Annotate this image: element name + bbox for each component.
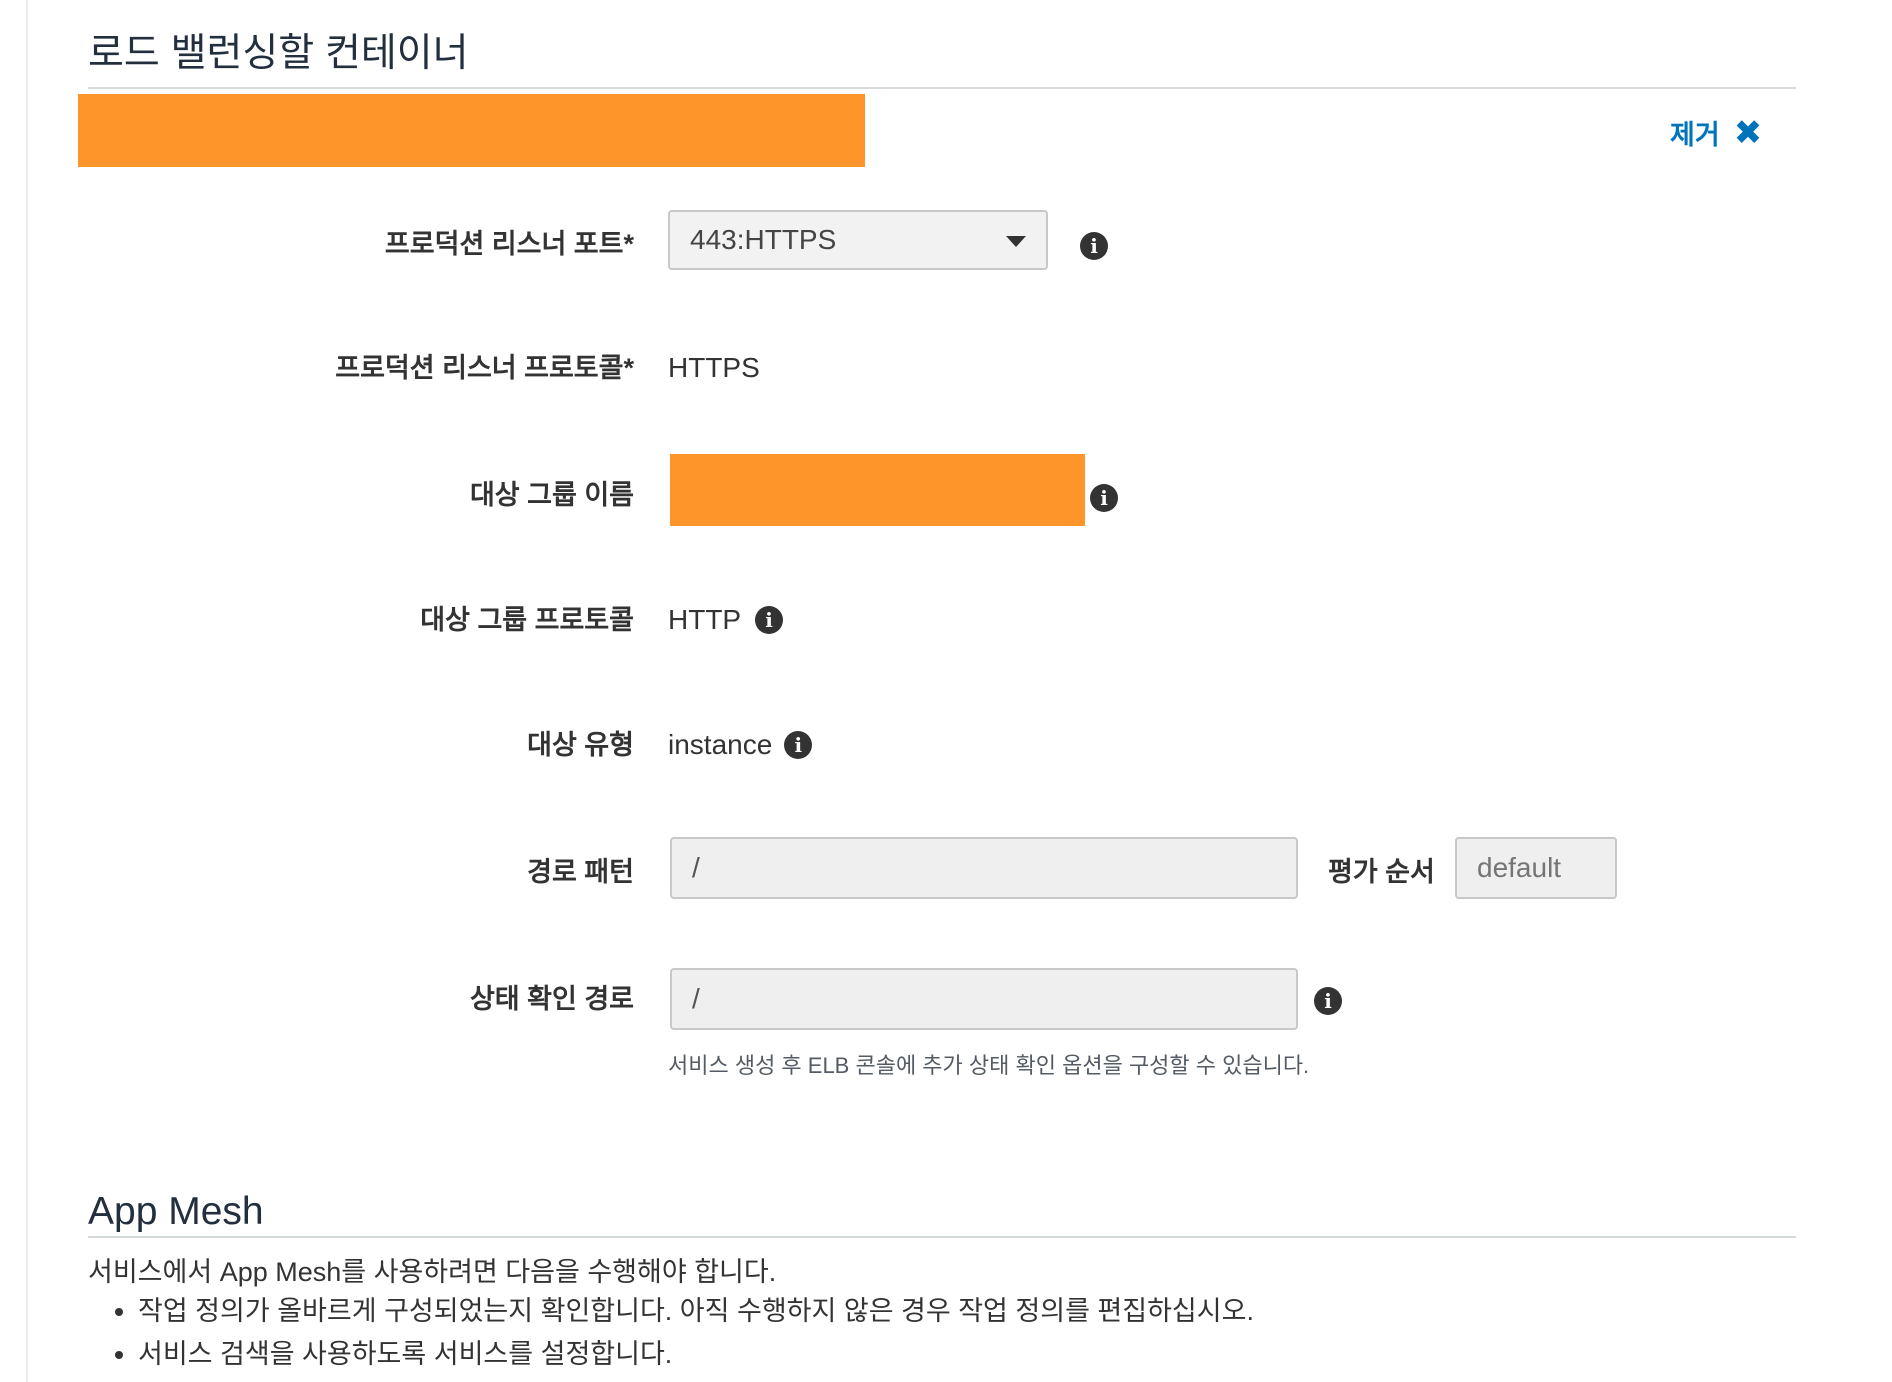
evaluation-order-label: 평가 순서: [1328, 857, 1435, 887]
listener-protocol-label: 프로덕션 리스너 프로토콜*: [335, 353, 634, 383]
redacted-target-group-name: [670, 454, 1085, 526]
app-mesh-description: 서비스에서 App Mesh를 사용하려면 다음을 수행해야 합니다.: [88, 1257, 777, 1287]
target-group-name-label: 대상 그룹 이름: [469, 480, 634, 510]
app-mesh-divider: [88, 1236, 1796, 1238]
info-icon[interactable]: i: [1080, 232, 1108, 260]
info-icon[interactable]: i: [1314, 987, 1342, 1015]
target-type-value: instance: [668, 729, 773, 760]
chevron-down-icon: [1006, 236, 1026, 247]
lb-section-divider: [88, 87, 1796, 89]
info-icon[interactable]: i: [1090, 484, 1118, 512]
list-item: 서비스 검색을 사용하도록 서비스를 설정합니다.: [138, 1333, 1254, 1376]
listener-port-value: 443:HTTPS: [690, 224, 837, 255]
evaluation-order-input[interactable]: [1455, 837, 1617, 899]
remove-label: 제거: [1670, 120, 1720, 150]
health-check-help-text: 서비스 생성 후 ELB 콘솔에 추가 상태 확인 옵션을 구성할 수 있습니다…: [668, 1053, 1310, 1078]
close-icon[interactable]: ✖: [1734, 116, 1763, 150]
health-check-path-label: 상태 확인 경로: [469, 984, 634, 1014]
listener-port-label: 프로덕션 리스너 포트*: [384, 229, 634, 259]
target-type-label: 대상 유형: [527, 730, 634, 760]
redacted-container-name: [78, 94, 865, 167]
target-type-row: instance i: [668, 728, 813, 762]
app-mesh-requirements-list: 작업 정의가 올바르게 구성되었는지 확인합니다. 아직 수행하지 않은 경우 …: [88, 1290, 1254, 1376]
list-item: 작업 정의가 올바르게 구성되었는지 확인합니다. 아직 수행하지 않은 경우 …: [138, 1290, 1254, 1333]
remove-button[interactable]: 제거 ✖: [1670, 113, 1762, 152]
listener-port-select[interactable]: 443:HTTPS: [668, 210, 1048, 270]
target-group-protocol-row: HTTP i: [668, 603, 784, 637]
path-pattern-label: 경로 패턴: [527, 857, 634, 887]
info-icon[interactable]: i: [784, 731, 813, 759]
app-mesh-title: App Mesh: [88, 1190, 264, 1233]
target-group-protocol-value: HTTP: [668, 604, 742, 635]
path-pattern-input[interactable]: [670, 837, 1298, 899]
health-check-path-input[interactable]: [670, 968, 1298, 1030]
info-icon[interactable]: i: [755, 606, 784, 634]
target-group-protocol-label: 대상 그룹 프로토콜: [420, 605, 634, 635]
lb-section-title: 로드 밸런싱할 컨테이너: [88, 32, 469, 75]
listener-protocol-value: HTTPS: [668, 352, 760, 383]
page-left-border: [26, 0, 28, 1382]
